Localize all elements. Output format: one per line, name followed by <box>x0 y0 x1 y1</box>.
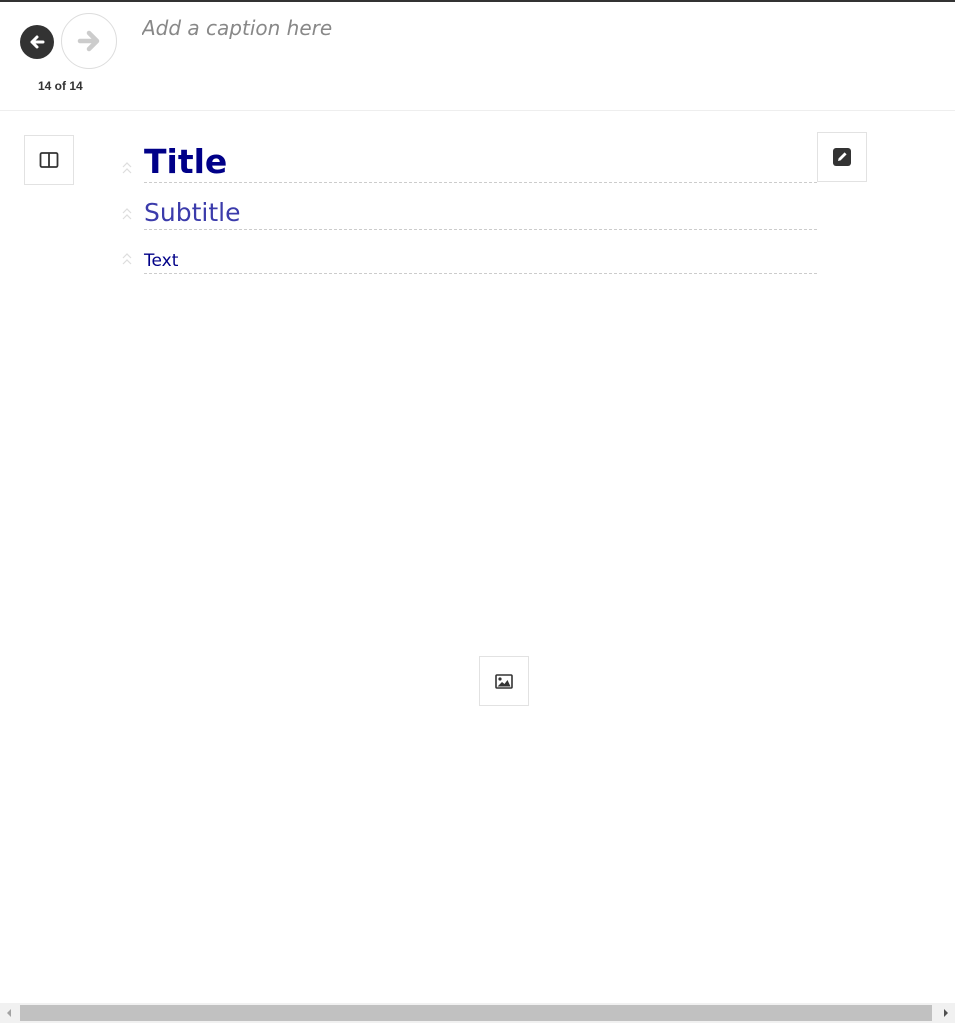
subtitle-text: Subtitle <box>144 198 241 227</box>
arrow-left-icon <box>30 35 45 49</box>
add-image-button[interactable] <box>479 656 529 706</box>
image-icon <box>495 673 513 689</box>
pencil-square-icon <box>833 148 851 166</box>
edit-button[interactable] <box>817 132 867 182</box>
scrollbar-thumb[interactable] <box>20 1005 932 1021</box>
slide-header: 14 of 14 <box>0 2 955 111</box>
drag-handle-icon[interactable] <box>121 162 133 174</box>
body-text: Text <box>144 251 179 271</box>
columns-icon <box>39 152 59 168</box>
title-text: Title <box>144 142 228 181</box>
layout-toggle-button[interactable] <box>24 135 74 185</box>
horizontal-scrollbar[interactable] <box>0 1003 955 1023</box>
scroll-left-arrow-icon[interactable] <box>4 1008 14 1018</box>
previous-slide-button[interactable] <box>20 25 54 59</box>
next-slide-button[interactable] <box>61 13 117 69</box>
drag-handle-icon[interactable] <box>121 208 133 220</box>
caption-input[interactable] <box>142 16 922 40</box>
subtitle-field[interactable]: Subtitle <box>144 192 817 230</box>
scroll-right-arrow-icon[interactable] <box>941 1008 951 1018</box>
slide-counter: 14 of 14 <box>38 79 83 93</box>
text-field[interactable]: Text <box>144 244 817 274</box>
drag-handle-icon[interactable] <box>121 253 133 265</box>
title-field[interactable]: Title <box>144 138 817 183</box>
arrow-right-icon <box>77 30 100 52</box>
